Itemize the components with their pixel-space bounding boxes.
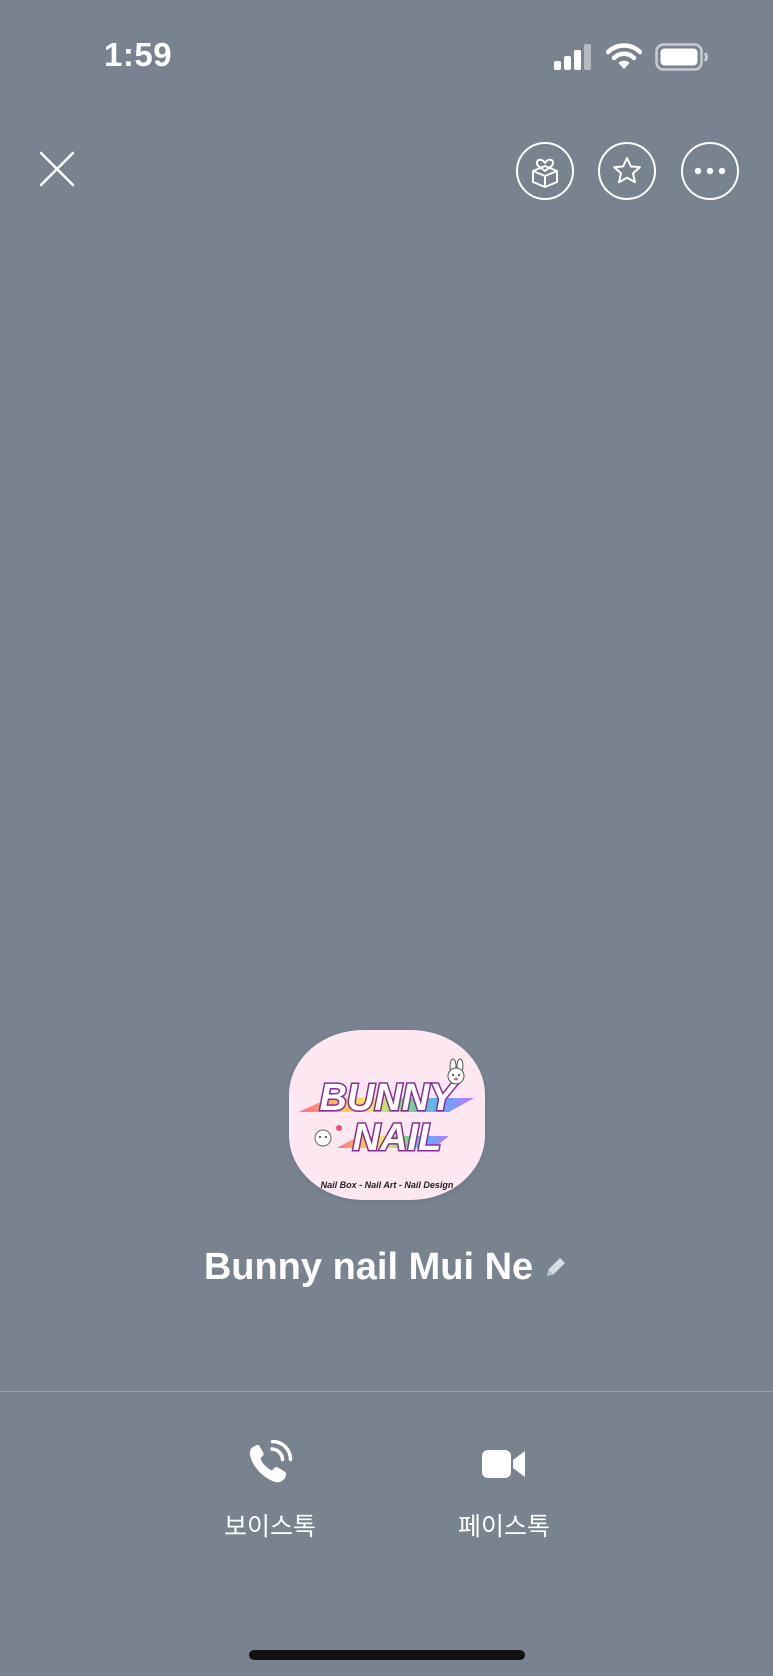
home-indicator[interactable] xyxy=(249,1650,525,1660)
profile-avatar[interactable]: BUNNY NAIL Nail Box - Nail Art - Nail De… xyxy=(289,1030,485,1200)
battery-icon xyxy=(655,43,708,71)
face-talk-label: 페이스톡 xyxy=(457,1513,550,1541)
face-talk-button[interactable]: 페이스톡 xyxy=(424,1440,584,1543)
edit-name-button[interactable] xyxy=(543,1247,569,1290)
bunny-mascot-icon xyxy=(447,1058,465,1085)
phone-icon xyxy=(249,1439,293,1483)
voice-talk-button[interactable]: 보이스톡 xyxy=(190,1439,350,1543)
more-icon xyxy=(694,167,726,175)
star-icon xyxy=(613,157,641,184)
gift-button[interactable] xyxy=(516,142,574,200)
more-button[interactable] xyxy=(681,142,739,200)
profile-name: Bunny nail Mui Ne xyxy=(203,1246,534,1288)
favorite-button[interactable] xyxy=(598,142,656,200)
top-bar xyxy=(0,130,773,210)
status-time: 1:59 xyxy=(104,36,173,73)
wifi-icon xyxy=(606,43,642,69)
pencil-icon xyxy=(547,1258,566,1277)
avatar-line1: BUNNY xyxy=(319,1077,458,1119)
avatar-tagline: Nail Box - Nail Art - Nail Design xyxy=(321,1180,454,1190)
cellular-signal-icon xyxy=(554,44,591,70)
voice-talk-label: 보이스톡 xyxy=(223,1513,316,1541)
gift-box-icon xyxy=(532,158,558,188)
status-bar: 1:59 xyxy=(0,0,773,110)
small-bunny-icon xyxy=(314,1125,342,1147)
profile-name-row: Bunny nail Mui Ne xyxy=(0,1246,773,1290)
close-button[interactable] xyxy=(34,146,80,192)
divider xyxy=(0,1391,773,1392)
bunny-nail-logo: BUNNY NAIL Nail Box - Nail Art - Nail De… xyxy=(299,1058,474,1190)
avatar-line2: NAIL xyxy=(353,1117,442,1159)
video-camera-icon xyxy=(482,1450,525,1478)
close-icon xyxy=(39,151,75,187)
